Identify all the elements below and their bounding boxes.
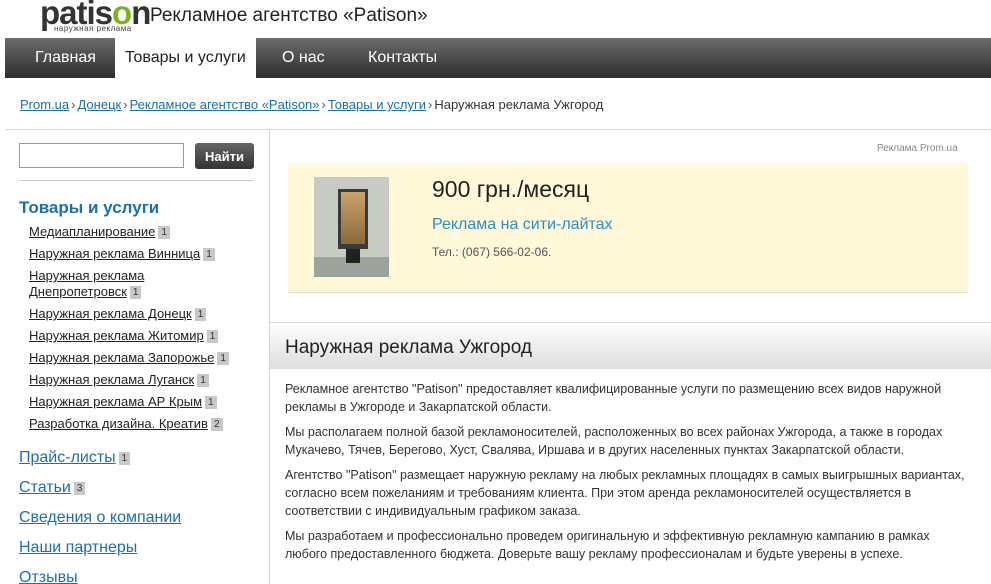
sidebar-subitem[interactable]: Наружная реклама Днепропетровск 1 [29, 268, 154, 300]
nav-item-home[interactable]: Главная [25, 38, 106, 78]
sidebar-subitem[interactable]: Медиапланирование 1 [29, 224, 264, 240]
count-badge: 1 [129, 286, 142, 299]
thumb-citylight-poster [341, 192, 365, 244]
sidebar-link-company-info[interactable]: Сведения о компании [19, 508, 181, 528]
thumb-citylight-base [346, 249, 360, 263]
nav-item-contacts[interactable]: Контакты [358, 38, 447, 78]
sidebar-subitem-label[interactable]: Наружная реклама Донецк [29, 306, 192, 321]
sidebar-subitem[interactable]: Разработка дизайна. Креатив 2 [29, 416, 264, 432]
breadcrumb-separator: › [123, 97, 128, 112]
logo-tagline: наружная реклама [54, 24, 132, 33]
site-header: patison наружная реклама Рекламное агент… [0, 0, 991, 38]
sidebar-subitem[interactable]: Наружная реклама Запорожье 1 [29, 350, 264, 366]
sidebar-link-label[interactable]: Прайс-листы [19, 449, 116, 466]
search-button[interactable]: Найти [195, 143, 254, 169]
count-badge: 1 [205, 396, 217, 409]
breadcrumb-separator: › [321, 97, 326, 112]
site-title: Рекламное агентство «Patison» [150, 5, 428, 26]
sidebar-subitem-label[interactable]: Наружная реклама Запорожье [29, 350, 214, 365]
article-paragraph: Рекламное агентство "Patison" предоставл… [285, 382, 942, 414]
sidebar-separator [19, 180, 254, 181]
sidebar-subitem-label[interactable]: Наружная реклама АР Крым [29, 394, 202, 409]
sidebar-link-reviews[interactable]: Отзывы [19, 568, 181, 584]
article-body: Рекламное агентство "Patison" предоставл… [285, 380, 975, 570]
logo-text-part: n [131, 0, 151, 31]
sidebar-subitem-label[interactable]: Наружная реклама Луганск [29, 372, 194, 387]
ad-thumbnail-image[interactable] [314, 177, 389, 277]
sidebar-subitem[interactable]: Наружная реклама АР Крым 1 [29, 394, 264, 410]
page-title: Наружная реклама Ужгород [285, 337, 532, 358]
nav-item-products[interactable]: Товары и услуги [115, 38, 256, 78]
count-badge: 1 [206, 330, 219, 343]
ad-label: Реклама Prom.ua [877, 143, 958, 154]
count-badge: 3 [73, 482, 86, 495]
divider [5, 129, 991, 130]
breadcrumb-link-products[interactable]: Товары и услуги [328, 97, 426, 112]
count-badge: 2 [210, 418, 223, 431]
content-header: Наружная реклама Ужгород [270, 323, 991, 369]
count-badge: 1 [217, 352, 229, 365]
sidebar-subitem-label[interactable]: Наружная реклама Днепропетровск [29, 268, 144, 299]
ad-banner[interactable]: 900 грн./месяц Реклама на сити-лайтах Те… [288, 163, 968, 293]
count-badge: 1 [118, 452, 131, 465]
search-input[interactable] [19, 143, 184, 168]
article-paragraph: Агентство "Patison" размещает наружную р… [285, 468, 965, 518]
sidebar-subitem-label[interactable]: Разработка дизайна. Креатив [29, 416, 208, 431]
breadcrumb-separator: › [428, 97, 433, 112]
sidebar-subitem-label[interactable]: Наружная реклама Винница [29, 246, 200, 261]
sidebar-subcategory-list: Медиапланирование 1 Наружная реклама Винн… [29, 224, 264, 438]
sidebar-link-label[interactable]: Статьи [19, 479, 71, 496]
breadcrumb: Prom.ua › Донецк › Рекламное агентство «Pati… [20, 97, 603, 112]
breadcrumb-link-prom[interactable]: Prom.ua [20, 97, 69, 112]
main-nav: Главная Товары и услуги О нас Контакты [5, 38, 991, 78]
sidebar-link-label[interactable]: Наши партнеры [19, 539, 137, 556]
sidebar-link-label[interactable]: Сведения о компании [19, 509, 181, 526]
article-paragraph: Мы разработаем и профессионально проведе… [285, 529, 930, 561]
ad-price: 900 грн./месяц [432, 176, 590, 202]
sidebar-subitem[interactable]: Наружная реклама Винница 1 [29, 246, 264, 262]
logo[interactable]: patison наружная реклама [40, 0, 151, 33]
sidebar-link-articles[interactable]: Статьи 3 [19, 478, 181, 498]
breadcrumb-link-donetsk[interactable]: Донецк [77, 97, 121, 112]
sidebar-subitem-label[interactable]: Медиапланирование [29, 224, 155, 239]
sidebar-subitem-label[interactable]: Наружная реклама Житомир [29, 328, 204, 343]
breadcrumb-current: Наружная реклама Ужгород [434, 97, 604, 112]
sidebar-subitem[interactable]: Наружная реклама Луганск 1 [29, 372, 264, 388]
sidebar-subitem[interactable]: Наружная реклама Донецк 1 [29, 306, 264, 322]
sidebar-heading-products[interactable]: Товары и услуги [19, 198, 159, 218]
count-badge: 1 [203, 248, 215, 261]
sidebar-link-price-lists[interactable]: Прайс-листы 1 [19, 448, 181, 468]
nav-item-about[interactable]: О нас [272, 38, 335, 78]
article-paragraph: Мы располагаем полной базой рекламоносит… [285, 425, 943, 457]
breadcrumb-link-agency[interactable]: Рекламное агентство «Patison» [130, 97, 320, 112]
sidebar-main-links: Прайс-листы 1 Статьи 3 Сведения о компании… [19, 448, 181, 584]
count-badge: 1 [158, 226, 170, 239]
sidebar-link-partners[interactable]: Наши партнеры [19, 538, 181, 558]
sidebar-link-label[interactable]: Отзывы [19, 569, 78, 584]
breadcrumb-separator: › [71, 97, 76, 112]
sidebar-subitem[interactable]: Наружная реклама Житомир 1 [29, 328, 264, 344]
count-badge: 1 [194, 308, 207, 321]
count-badge: 1 [197, 374, 209, 387]
ad-title-link[interactable]: Реклама на сити-лайтах [432, 216, 613, 234]
ad-phone: Тел.: (067) 566-02-06. [432, 245, 552, 259]
